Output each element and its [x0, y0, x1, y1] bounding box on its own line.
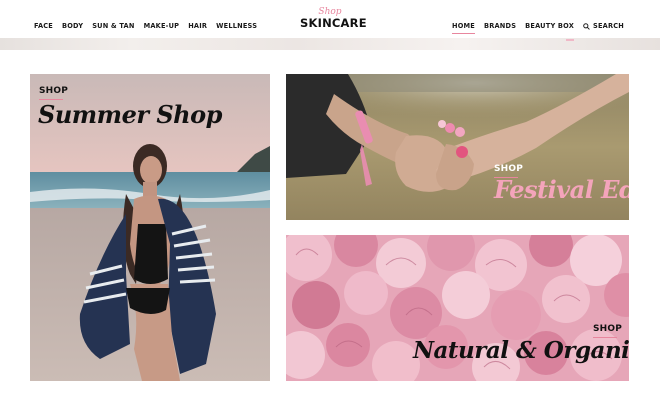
banner-strip-marker [566, 39, 574, 41]
nav-item-body[interactable]: BODY [62, 21, 83, 31]
search-icon [583, 22, 590, 30]
header-banner-strip [0, 38, 660, 50]
nav-item-face[interactable]: FACE [34, 21, 53, 31]
summer-shop-tag: SHOP [39, 86, 69, 100]
site-header: FACE BODY SUN & TAN MAKE-UP HAIR WELLNES… [0, 0, 660, 40]
logo-skincare-text: SKINCARE [300, 16, 367, 30]
nav-item-make-up[interactable]: MAKE-UP [144, 21, 180, 31]
nav-item-beauty-box[interactable]: BEAUTY BOX [525, 21, 574, 31]
natural-organic-tile[interactable]: SHOP Natural & Organic [286, 235, 629, 381]
category-nav: FACE BODY SUN & TAN MAKE-UP HAIR WELLNES… [34, 21, 257, 31]
festival-shop-tag: SHOP [494, 164, 524, 178]
search-label: SEARCH [593, 22, 624, 30]
festival-edit-title: Festival Edit [494, 175, 629, 204]
nav-item-hair[interactable]: HAIR [188, 21, 207, 31]
site-nav: HOME BRANDS BEAUTY BOX SEARCH [452, 21, 624, 34]
nav-item-home[interactable]: HOME [452, 21, 475, 34]
nav-item-wellness[interactable]: WELLNESS [216, 21, 257, 31]
festival-edit-tile[interactable]: SHOP Festival Edit [286, 74, 629, 220]
nav-item-brands[interactable]: BRANDS [484, 21, 516, 31]
site-logo[interactable]: Shop SKINCARE [300, 7, 367, 35]
summer-shop-tile[interactable]: SHOP Summer Shop [30, 74, 270, 381]
natural-organic-title: Natural & Organic [413, 337, 629, 364]
summer-shop-title: Summer Shop [38, 100, 222, 129]
search-button[interactable]: SEARCH [583, 21, 624, 31]
nav-item-sun-tan[interactable]: SUN & TAN [92, 21, 134, 31]
natural-shop-tag: SHOP [593, 324, 623, 338]
